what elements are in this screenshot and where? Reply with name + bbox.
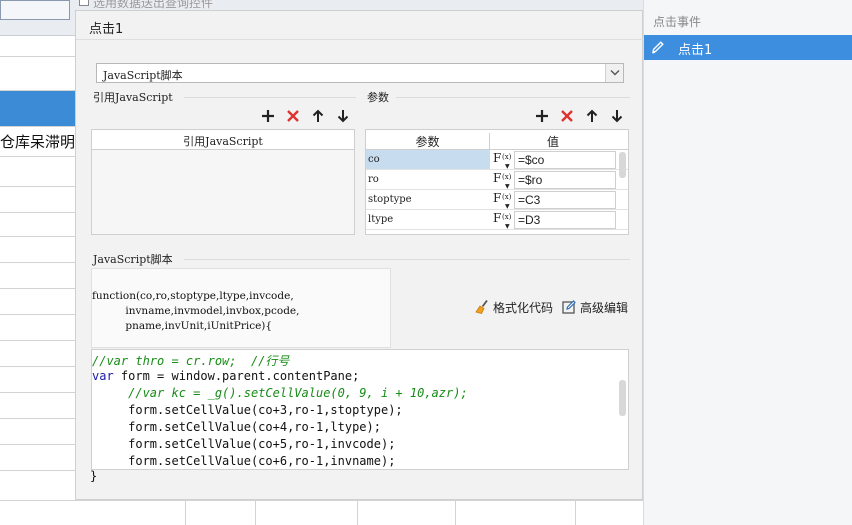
event-panel-title: 点击事件: [653, 15, 702, 29]
event-dialog: 点击1 JavaScript脚本 引用JavaScript 引用JavaScri…: [75, 10, 644, 500]
ref-js-table-header: 引用JavaScript: [92, 130, 354, 150]
background-cell-text: 仓库呆滞明: [0, 133, 76, 151]
params-section-label: 参数: [367, 91, 389, 104]
background-toolbar: [0, 0, 75, 36]
function-signature: function(co,ro,stoptype,ltype,invcode, i…: [91, 268, 391, 348]
formula-icon[interactable]: F (x) ▼: [492, 170, 512, 190]
formula-icon[interactable]: F (x) ▼: [492, 150, 512, 170]
params-header-value: 值: [546, 135, 559, 149]
params-table-header: 参数 值: [366, 130, 628, 150]
event-item-label: 点击1: [678, 43, 713, 58]
delete-param-icon[interactable]: [559, 108, 575, 124]
event-item-click1[interactable]: 点击1: [644, 35, 852, 60]
move-up-ref-icon[interactable]: [310, 108, 326, 124]
param-row[interactable]: co F (x) ▼ =$co: [366, 150, 628, 170]
pencil-icon: [652, 41, 664, 54]
advanced-edit-label: 高级编辑: [580, 301, 629, 315]
background-selected-row: [0, 90, 75, 126]
script-section-label: JavaScript脚本: [93, 253, 173, 266]
param-row[interactable]: ro F (x) ▼ =$ro: [366, 170, 628, 190]
move-up-param-icon[interactable]: [584, 108, 600, 124]
code-line: form.setCellValue(co+3,ro-1,stoptype);: [92, 403, 403, 417]
params-scrollbar[interactable]: [619, 152, 626, 178]
background-checkbox[interactable]: [79, 0, 89, 6]
param-value-input[interactable]: =D3: [514, 211, 616, 229]
add-param-icon[interactable]: [534, 108, 550, 124]
code-line: //var thro = cr.row; //行号: [92, 354, 290, 368]
code-line: form.setCellValue(co+5,ro-1,invcode);: [92, 437, 396, 451]
param-name[interactable]: ltype: [366, 210, 490, 229]
ref-js-table[interactable]: 引用JavaScript: [91, 129, 355, 235]
closing-brace: }: [90, 469, 98, 483]
background-bottom-table: [75, 500, 643, 525]
edit-icon: [562, 300, 576, 314]
param-value-input[interactable]: =C3: [514, 191, 616, 209]
chevron-down-icon[interactable]: [605, 64, 623, 82]
param-row[interactable]: stoptype F (x) ▼ =C3: [366, 190, 628, 210]
formula-icon[interactable]: F (x) ▼: [492, 210, 512, 230]
background-top-strip: 选用数据送出查询控件: [75, 0, 643, 10]
code-editor[interactable]: //var thro = cr.row; //行号 var form = win…: [91, 349, 629, 470]
param-name[interactable]: co: [366, 150, 490, 169]
move-down-param-icon[interactable]: [609, 108, 625, 124]
add-ref-icon[interactable]: [260, 108, 276, 124]
param-value-input[interactable]: =$ro: [514, 171, 616, 189]
background-sheet: 仓库呆滞明: [0, 0, 75, 525]
code-line: //var kc = _g().setCellValue(0, 9, i + 1…: [92, 386, 468, 400]
event-panel: 点击事件 点击1: [643, 0, 852, 525]
script-type-select[interactable]: JavaScript脚本: [96, 63, 624, 83]
params-table: 参数 值 co F (x) ▼ =$co ro F (x) ▼ =$ro stoptyp…: [365, 129, 629, 235]
script-type-value: JavaScript脚本: [103, 69, 183, 82]
code-line: form.setCellValue(co+4,ro-1,ltype);: [92, 420, 381, 434]
code-scrollbar[interactable]: [619, 380, 626, 416]
param-name[interactable]: ro: [366, 170, 490, 189]
param-value-input[interactable]: =$co: [514, 151, 616, 169]
dialog-title: 点击1: [89, 22, 124, 37]
code-line: var form = window.parent.contentPane;: [92, 369, 359, 386]
move-down-ref-icon[interactable]: [335, 108, 351, 124]
formula-icon[interactable]: F (x) ▼: [492, 190, 512, 210]
param-name[interactable]: stoptype: [366, 190, 490, 209]
delete-ref-icon[interactable]: [285, 108, 301, 124]
advanced-edit-button[interactable]: 高级编辑: [561, 299, 628, 317]
params-header-name: 参数: [366, 133, 490, 150]
param-row[interactable]: ltype F (x) ▼ =D3: [366, 210, 628, 230]
ref-js-section-label: 引用JavaScript: [93, 91, 173, 104]
code-keyword: var: [92, 369, 114, 383]
format-code-label: 格式化代码: [493, 301, 554, 315]
code-line: form.setCellValue(co+6,ro-1,invname);: [92, 454, 396, 468]
broom-icon: [475, 299, 488, 314]
code-line-rest: form = window.parent.contentPane;: [113, 369, 360, 383]
format-code-button[interactable]: 格式化代码: [474, 299, 553, 317]
